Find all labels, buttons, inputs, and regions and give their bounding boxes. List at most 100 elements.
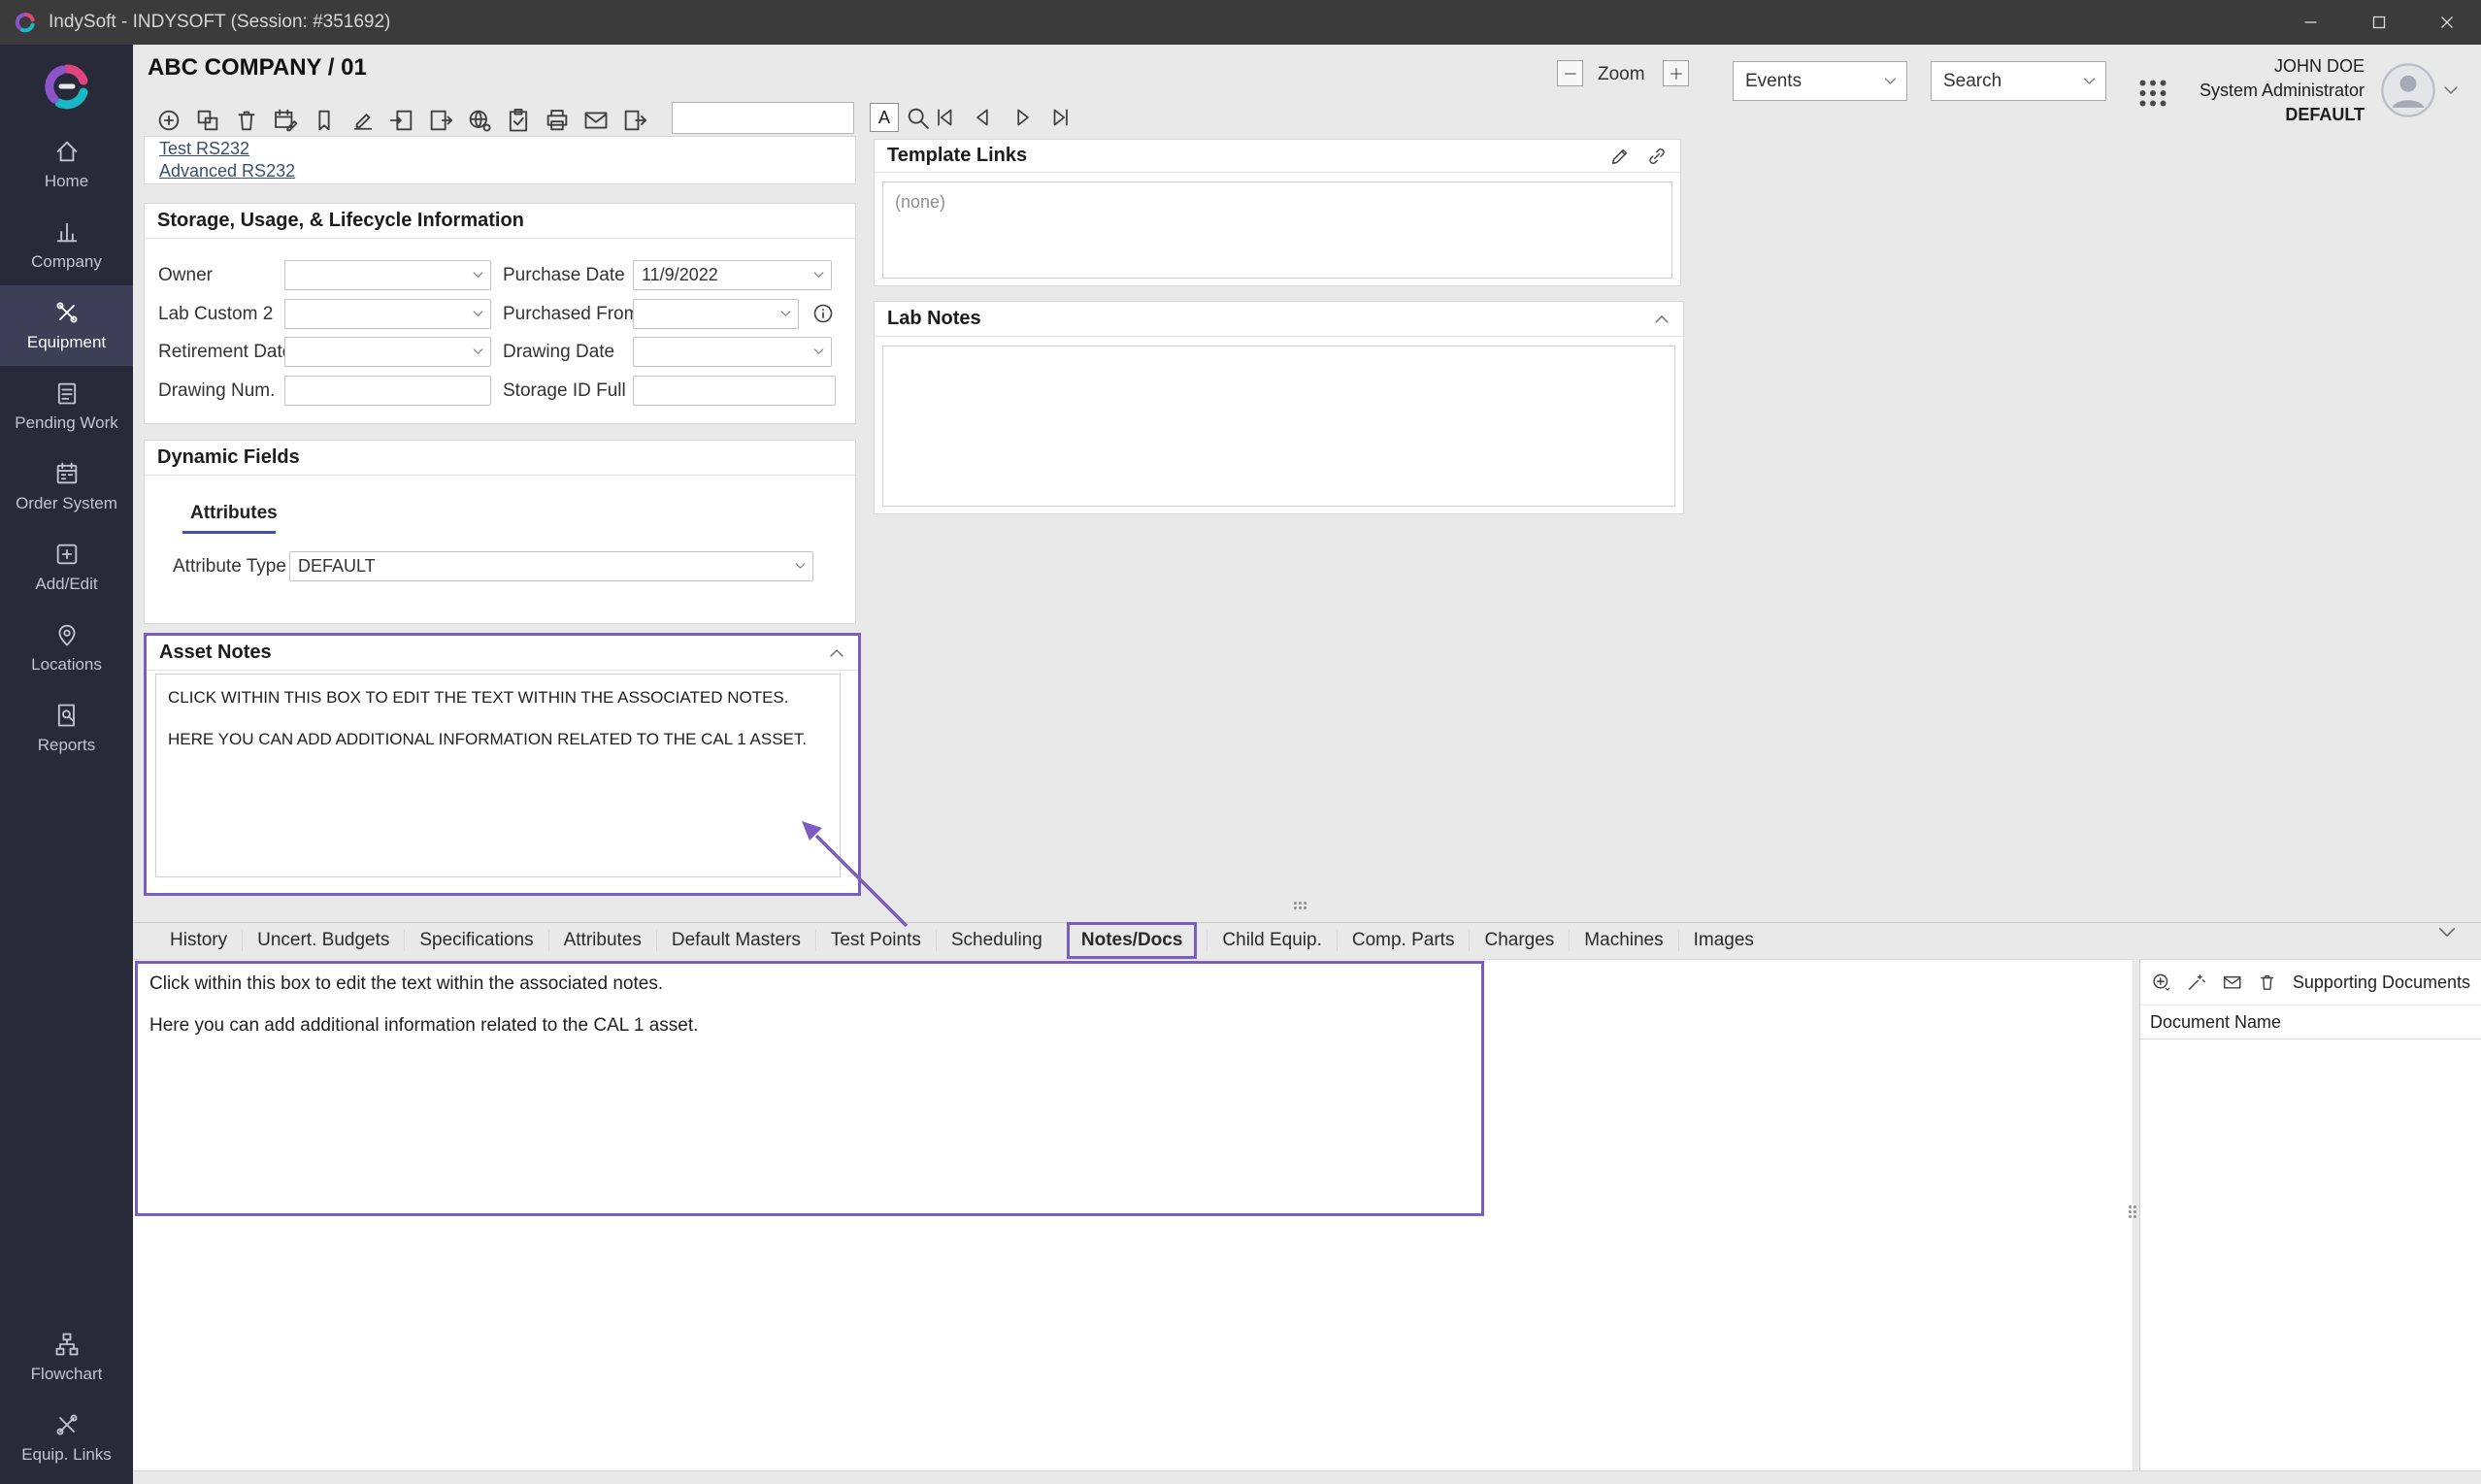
flowchart-icon (53, 1331, 81, 1358)
tab-attributes[interactable]: Attributes (548, 930, 656, 951)
email-document-icon[interactable] (2222, 971, 2242, 994)
horizontal-splitter-handle[interactable] (1294, 902, 1307, 909)
tab-specifications[interactable]: Specifications (404, 930, 547, 951)
tab-test-points[interactable]: Test Points (815, 930, 936, 951)
tab-child-equip[interactable]: Child Equip. (1207, 930, 1336, 951)
paste-record-icon[interactable] (427, 107, 454, 134)
add-document-icon[interactable] (2151, 971, 2171, 994)
template-links-content[interactable]: (none) (882, 181, 1672, 279)
sidebar-item-flowchart[interactable]: Flowchart (0, 1317, 133, 1398)
app-window: IndySoft - INDYSOFT (Session: #351692) H… (0, 0, 2481, 1484)
delete-document-icon[interactable] (2257, 971, 2277, 994)
tab-notes-docs[interactable]: Notes/Docs (1067, 922, 1198, 959)
add-record-icon[interactable] (155, 107, 182, 134)
tab-machines[interactable]: Machines (1569, 930, 1677, 951)
sidebar-item-company[interactable]: Company (0, 205, 133, 285)
match-case-button[interactable]: A (870, 103, 899, 132)
sidebar-item-label: Order System (16, 494, 117, 513)
tab-images[interactable]: Images (1678, 930, 1769, 951)
wand-icon[interactable] (2186, 971, 2206, 994)
previous-record-icon[interactable] (971, 105, 998, 132)
chevron-down-icon (812, 270, 825, 280)
attribute-type-select[interactable]: DEFAULT (289, 551, 813, 581)
bottom-scroll-strip[interactable] (133, 1470, 2481, 1484)
sidebar-item-equipment[interactable]: Equipment (0, 285, 133, 366)
link-test-rs232[interactable]: Test RS232 (159, 139, 249, 159)
document-name-column-header[interactable]: Document Name (2140, 1005, 2481, 1039)
sidebar-item-label: Equipment (27, 333, 106, 352)
purchased-from-select[interactable] (633, 299, 799, 329)
lab-notes-textarea[interactable] (882, 346, 1675, 507)
search-dropdown[interactable]: Search (1931, 61, 2106, 101)
storage-id-full-input[interactable] (633, 376, 836, 406)
notes-docs-textarea[interactable]: Click within this box to edit the text w… (135, 961, 1484, 1216)
email-icon[interactable] (582, 107, 610, 134)
sidebar-item-add-edit[interactable]: Add/Edit (0, 527, 133, 608)
maximize-button[interactable] (2345, 0, 2413, 45)
owner-label: Owner (158, 260, 213, 290)
sidebar-item-locations[interactable]: Locations (0, 608, 133, 688)
copy-record-icon[interactable] (388, 107, 415, 134)
bookmark-icon[interactable] (311, 107, 338, 134)
events-dropdown[interactable]: Events (1733, 61, 1907, 101)
search-icon[interactable] (905, 105, 932, 132)
retirement-date-select[interactable] (284, 337, 491, 367)
calendar-edit-icon[interactable] (272, 107, 299, 134)
send-record-icon[interactable] (621, 107, 648, 134)
storage-id-full-label: Storage ID Full (503, 376, 626, 406)
tab-history[interactable]: History (155, 930, 242, 951)
sidebar-item-reports[interactable]: Reports (0, 688, 133, 769)
zoom-out-button[interactable] (1557, 60, 1583, 86)
web-link-icon[interactable] (466, 107, 493, 134)
owner-select[interactable] (284, 260, 491, 290)
equip-links-icon (53, 1411, 81, 1438)
first-record-icon[interactable] (932, 105, 959, 132)
drawing-date-select[interactable] (633, 337, 832, 367)
last-record-icon[interactable] (1048, 105, 1075, 132)
collapse-chevron-up-icon[interactable] (1653, 313, 1671, 325)
link-advanced-rs232[interactable]: Advanced RS232 (159, 161, 295, 181)
drawing-num-input[interactable] (284, 376, 491, 406)
link-chain-icon[interactable] (1646, 146, 1668, 167)
sidebar-item-pending-work[interactable]: Pending Work (0, 366, 133, 446)
checklist-icon[interactable] (505, 107, 532, 134)
next-record-icon[interactable] (1009, 105, 1037, 132)
avatar[interactable] (2380, 62, 2436, 123)
bottom-tabbar: History Uncert. Budgets Specifications A… (155, 922, 1769, 958)
scroll-chevron-down-icon[interactable] (2436, 925, 2458, 944)
toolbar-search-input[interactable] (672, 102, 854, 134)
minimize-button[interactable] (2277, 0, 2345, 45)
zoom-in-button[interactable] (1663, 60, 1689, 86)
info-icon[interactable] (811, 302, 835, 330)
asset-notes-line: CLICK WITHIN THIS BOX TO EDIT THE TEXT W… (168, 688, 828, 708)
close-button[interactable] (2413, 0, 2481, 45)
print-icon[interactable] (544, 107, 571, 134)
purchase-date-select[interactable]: 11/9/2022 (633, 260, 832, 290)
tab-charges[interactable]: Charges (1469, 930, 1569, 951)
lab-custom-2-select[interactable] (284, 299, 491, 329)
sidebar-item-equip-links[interactable]: Equip. Links (0, 1398, 133, 1478)
page-title: ABC COMPANY / 01 (148, 54, 367, 82)
tab-attributes[interactable]: Attributes (190, 503, 278, 524)
tab-default-masters[interactable]: Default Masters (656, 930, 815, 951)
delete-record-icon[interactable] (233, 107, 260, 134)
tab-scheduling[interactable]: Scheduling (936, 930, 1057, 951)
supporting-documents-panel: Supporting Documents Document Name (2139, 959, 2481, 1470)
match-case-label: A (878, 108, 890, 128)
asset-notes-textarea[interactable]: CLICK WITHIN THIS BOX TO EDIT THE TEXT W… (155, 674, 841, 877)
account-chevron-down-icon[interactable] (2442, 83, 2460, 101)
sidebar-bottom: Flowchart Equip. Links (0, 1317, 133, 1478)
dynamic-fields-title: Dynamic Fields (157, 446, 300, 469)
document-list[interactable] (2140, 1039, 2481, 1471)
chevron-down-icon (812, 346, 825, 356)
edit-record-icon[interactable] (349, 107, 377, 134)
tab-uncert-budgets[interactable]: Uncert. Budgets (242, 930, 404, 951)
duplicate-record-icon[interactable] (194, 107, 221, 134)
tab-comp-parts[interactable]: Comp. Parts (1337, 930, 1470, 951)
collapse-chevron-up-icon[interactable] (828, 647, 845, 659)
sidebar-item-home[interactable]: Home (0, 124, 133, 205)
sidebar-item-order-system[interactable]: Order System (0, 446, 133, 527)
zoom-label: Zoom (1598, 64, 1645, 85)
edit-pencil-icon[interactable] (1609, 146, 1631, 167)
vertical-splitter-handle[interactable] (2129, 1205, 2136, 1218)
